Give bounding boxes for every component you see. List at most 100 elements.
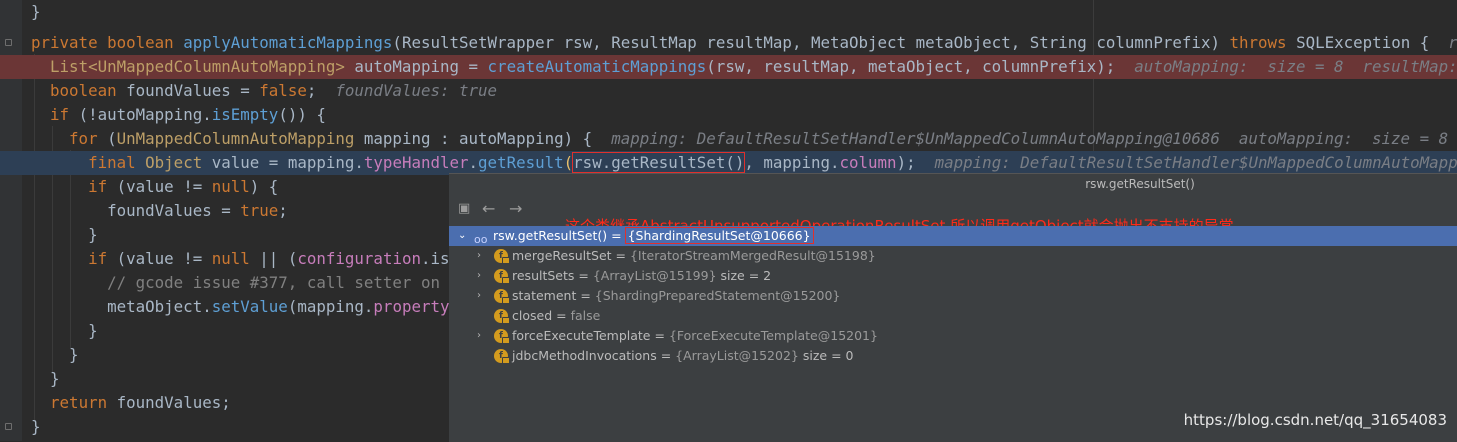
exception-type: SQLException bbox=[1296, 33, 1411, 52]
param-name: resultMap bbox=[706, 33, 792, 52]
inline-debug-hint: rsw: Resul bbox=[1448, 33, 1457, 52]
method-call: isEmpty bbox=[211, 105, 279, 124]
inline-debug-hint: foundValues: true bbox=[335, 81, 498, 100]
code-text: foundValues = bbox=[107, 201, 241, 220]
watermark: https://blog.csdn.net/qq_31654083 bbox=[1183, 411, 1447, 429]
brace: } bbox=[88, 225, 98, 244]
field-value: {ShardingPreparedStatement@15200} bbox=[594, 288, 841, 303]
code-text: metaObject. bbox=[107, 297, 212, 316]
brace: } bbox=[50, 369, 60, 388]
field-name: mergeResultSet bbox=[512, 248, 612, 263]
code-text: mapping : autoMapping) { bbox=[354, 129, 593, 148]
var-name: autoMapping bbox=[354, 57, 459, 76]
equals-sign: = bbox=[607, 228, 626, 243]
code-text: ()) { bbox=[278, 105, 326, 124]
field-name: closed bbox=[512, 308, 553, 323]
tree-field-row[interactable]: f closed = false bbox=[449, 306, 1457, 326]
tree-root-row[interactable]: ⌄ oo rsw.getResultSet() = {ShardingResul… bbox=[449, 226, 1457, 246]
keyword: private bbox=[31, 33, 98, 52]
code-line-method-signature[interactable]: private boolean applyAutomaticMappings(R… bbox=[0, 31, 1457, 55]
code-text: foundValues; bbox=[107, 393, 231, 412]
popup-title-text: rsw.getResultSet() bbox=[1085, 177, 1195, 191]
code-text: ; bbox=[306, 81, 317, 100]
tree-field-row[interactable]: › f statement = {ShardingPreparedStatement… bbox=[449, 286, 1457, 306]
method-name: applyAutomaticMappings bbox=[183, 33, 393, 52]
code-text: ); bbox=[896, 153, 916, 172]
field-name: statement bbox=[512, 288, 577, 303]
param-type: MetaObject bbox=[810, 33, 907, 52]
code-text: (!autoMapping. bbox=[69, 105, 212, 124]
method-call: getResult bbox=[478, 153, 564, 172]
code-text: (value != bbox=[107, 177, 212, 196]
chevron-right-icon[interactable]: › bbox=[477, 266, 481, 286]
highlighted-expression[interactable]: rsw.getResultSet() bbox=[572, 152, 746, 173]
call-args: (rsw, resultMap, metaObject, columnPrefi… bbox=[706, 57, 1116, 76]
var-type: Object bbox=[135, 153, 203, 172]
param-type: ResultMap bbox=[611, 33, 697, 52]
keyword: if bbox=[50, 105, 70, 124]
field-icon: f bbox=[494, 269, 510, 284]
code-text: ; bbox=[278, 201, 288, 220]
keyword: null bbox=[211, 177, 250, 196]
keyword: final bbox=[88, 153, 136, 172]
code-text: ) { bbox=[249, 177, 279, 196]
brace: } bbox=[88, 321, 98, 340]
code-comment: // gcode issue #377, call setter on nul bbox=[107, 273, 479, 292]
forward-arrow-icon[interactable]: → bbox=[509, 201, 522, 217]
keyword: boolean bbox=[50, 81, 117, 100]
code-text: . bbox=[468, 153, 479, 172]
evaluate-popup[interactable]: rsw.getResultSet() ▣ ← → 这个类继承AbstractUn… bbox=[449, 173, 1457, 442]
param-name: columnPrefix bbox=[1096, 33, 1211, 52]
code-line[interactable]: boolean foundValues = false; foundValues… bbox=[0, 79, 1457, 103]
tree-field-row[interactable]: › f resultSets = {ArrayList@15199} size = … bbox=[449, 266, 1457, 286]
inline-debug-hint: autoMapping: size = 8 resultMap: ResultM… bbox=[1134, 57, 1457, 76]
field-ref: column bbox=[839, 153, 897, 172]
keyword: true bbox=[240, 201, 279, 220]
tree-field-row[interactable]: › f mergeResultSet = {IteratorStreamMerged… bbox=[449, 246, 1457, 266]
keyword: boolean bbox=[107, 33, 174, 52]
param-type: ResultSetWrapper bbox=[401, 33, 555, 52]
code-line-0[interactable]: } bbox=[0, 0, 1457, 24]
chevron-right-icon[interactable]: › bbox=[477, 286, 481, 306]
breakpoint-line[interactable]: List<UnMappedColumnAutoMapping> autoMapp… bbox=[0, 55, 1457, 79]
code-text: ( bbox=[97, 129, 117, 148]
field-extra: size = 0 bbox=[802, 348, 854, 363]
code-text: (mapping. bbox=[287, 297, 374, 316]
var-type: List<UnMappedColumnAutoMapping> bbox=[50, 57, 345, 76]
code-text: , mapping. bbox=[744, 153, 840, 172]
popup-toolbar: ▣ ← → 这个类继承AbstractUnsupportedOperationR… bbox=[449, 194, 1457, 236]
field-value: {IteratorStreamMergedResult@15198} bbox=[629, 248, 876, 263]
keyword: if bbox=[88, 249, 108, 268]
field-icon: f bbox=[494, 329, 510, 344]
paren: ( bbox=[563, 153, 574, 172]
field-value: {ArrayList@15202} bbox=[675, 348, 799, 363]
param-name: metaObject bbox=[915, 33, 1011, 52]
code-line[interactable]: if (!autoMapping.isEmpty()) { bbox=[0, 103, 1457, 127]
keyword: false bbox=[259, 81, 307, 100]
root-value: {ShardingResultSet@10666} bbox=[624, 227, 814, 244]
field-value: {ArrayList@15199} bbox=[592, 268, 717, 283]
field-name: resultSets bbox=[512, 268, 575, 283]
field-extra: size = 2 bbox=[720, 268, 772, 283]
chevron-down-icon[interactable]: ⌄ bbox=[458, 226, 466, 246]
root-name: rsw.getResultSet() bbox=[493, 228, 608, 243]
back-arrow-icon[interactable]: ← bbox=[482, 201, 495, 217]
chevron-right-icon[interactable]: › bbox=[477, 246, 481, 266]
tree-field-row[interactable]: › f forceExecuteTemplate = {ForceExecuteTe… bbox=[449, 326, 1457, 346]
code-text: (value != bbox=[107, 249, 212, 268]
field-name: jdbcMethodInvocations bbox=[512, 348, 657, 363]
field-name: forceExecuteTemplate bbox=[512, 328, 651, 343]
field-icon: f bbox=[494, 349, 510, 364]
var-type: UnMappedColumnAutoMapping bbox=[116, 129, 355, 148]
chevron-right-icon[interactable]: › bbox=[477, 326, 481, 346]
field-value: {ForceExecuteTemplate@15201} bbox=[668, 328, 878, 343]
code-text: value = mapping. bbox=[202, 153, 364, 172]
popup-title: rsw.getResultSet() bbox=[449, 174, 1457, 194]
code-line[interactable]: for (UnMappedColumnAutoMapping mapping :… bbox=[0, 127, 1457, 151]
evaluate-icon[interactable]: ▣ bbox=[458, 201, 470, 217]
brace: } bbox=[31, 417, 41, 436]
field-ref: configuration bbox=[297, 249, 421, 268]
execution-point-line[interactable]: final Object value = mapping.typeHandler… bbox=[0, 151, 1457, 175]
method-call: createAutomaticMappings bbox=[487, 57, 707, 76]
tree-field-row[interactable]: f jdbcMethodInvocations = {ArrayList@1520… bbox=[449, 346, 1457, 366]
